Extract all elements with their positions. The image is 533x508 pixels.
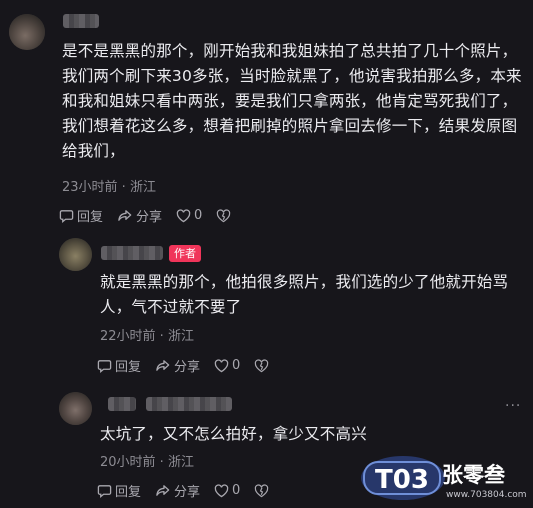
- dislike-button[interactable]: [254, 358, 272, 373]
- svg-text:T03: T03: [375, 465, 429, 495]
- broken-heart-icon: [255, 358, 269, 372]
- like-button[interactable]: 0: [176, 208, 202, 223]
- share-icon: [156, 360, 170, 371]
- comment-actions: 回复 分享 0: [97, 356, 272, 375]
- watermark-name: 张零叁: [442, 463, 506, 487]
- share-icon: [156, 485, 170, 496]
- comment-meta: 22小时前 · 浙江: [100, 329, 194, 344]
- share-label: 分享: [174, 485, 201, 500]
- reply-button[interactable]: 回复: [97, 481, 141, 500]
- username-blurred[interactable]: [63, 14, 99, 28]
- dislike-button[interactable]: [254, 483, 272, 498]
- share-icon: [118, 210, 132, 221]
- reply-to-username-blurred[interactable]: [146, 397, 232, 411]
- avatar[interactable]: [59, 392, 92, 425]
- comment-meta: 23小时前 · 浙江: [62, 180, 156, 195]
- reply-button[interactable]: 回复: [97, 356, 141, 375]
- like-count: 0: [232, 483, 241, 498]
- like-count: 0: [194, 208, 203, 223]
- share-label: 分享: [174, 360, 201, 375]
- comment-actions: 回复 分享 0: [97, 481, 272, 500]
- share-button[interactable]: 分享: [117, 206, 162, 225]
- reply-label: 回复: [115, 360, 142, 375]
- share-button[interactable]: 分享: [155, 481, 200, 500]
- heart-icon: [214, 358, 229, 372]
- reply-icon: [59, 210, 74, 223]
- share-button[interactable]: 分享: [155, 356, 200, 375]
- like-count: 0: [232, 358, 241, 373]
- like-button[interactable]: 0: [214, 358, 240, 373]
- comment-text: 太坑了，又不怎么拍好，拿少又不高兴: [100, 425, 367, 443]
- reply-button[interactable]: 回复: [59, 206, 103, 225]
- like-button[interactable]: 0: [214, 483, 240, 498]
- comment-meta: 20小时前 · 浙江: [100, 455, 194, 470]
- comment-actions: 回复 分享 0: [59, 206, 234, 225]
- username-blurred[interactable]: [101, 246, 163, 260]
- username-blurred[interactable]: [108, 397, 136, 411]
- reply-icon: [97, 485, 112, 498]
- reply-icon: [97, 360, 112, 373]
- author-badge: 作者: [169, 245, 201, 262]
- broken-heart-icon: [217, 208, 231, 222]
- t03-logo-mark: T03: [361, 456, 445, 500]
- comment-text: 是不是黑黑的那个，刚开始我和我姐妹拍了总共拍了几十个照片，我们两个刷下来30多张…: [62, 42, 522, 160]
- heart-icon: [176, 208, 191, 222]
- watermark-url: www.703804.com: [446, 490, 527, 500]
- reply-label: 回复: [115, 485, 142, 500]
- avatar[interactable]: [9, 14, 45, 50]
- reply-label: 回复: [77, 210, 104, 225]
- heart-icon: [214, 483, 229, 497]
- share-label: 分享: [136, 210, 163, 225]
- avatar[interactable]: [59, 238, 92, 271]
- watermark-logo: T03 张零叁 www.703804.com: [358, 452, 533, 504]
- more-options-icon[interactable]: ···: [505, 398, 521, 414]
- broken-heart-icon: [255, 483, 269, 497]
- dislike-button[interactable]: [216, 208, 234, 223]
- comment-text: 就是黑黑的那个，他拍很多照片，我们选的少了他就开始骂人，气不过就不要了: [100, 273, 509, 316]
